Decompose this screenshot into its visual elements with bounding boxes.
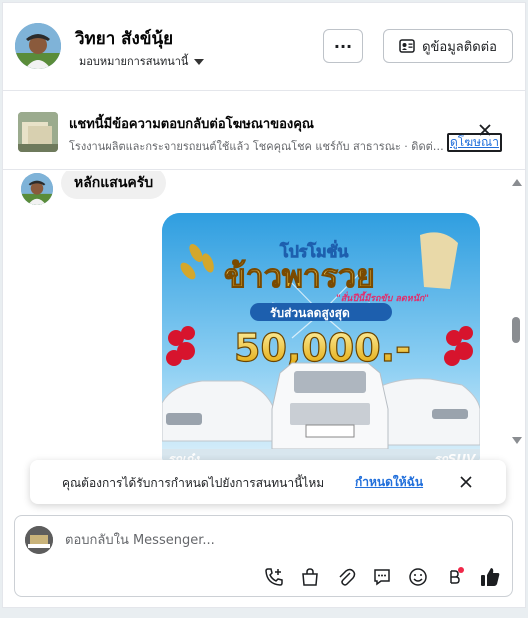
promo-image[interactable]: โปรโมชั่น ข้าวพารวย "สั่นปีนี้มีรถขับ ลด… bbox=[162, 213, 480, 473]
message-composer bbox=[14, 515, 513, 597]
conversation-panel: วิทยา สังข์นุ้ย มอบหมายการสนทนานี้ ··· ด… bbox=[2, 2, 526, 608]
ad-thumbnail bbox=[18, 112, 58, 152]
scroll-down-arrow-icon[interactable] bbox=[512, 437, 522, 444]
ad-banner-description: โรงงานผลิตและกระจายรถยนต์ใช้แล้ว โชคคุณโ… bbox=[69, 140, 447, 153]
view-ad-link[interactable]: ดูโฆษณา bbox=[447, 133, 502, 152]
promo-headline2: ข้าวพารวย bbox=[224, 257, 375, 295]
toast-message: คุณต้องการได้รับการกำหนดไปยังการสนทนานี้… bbox=[62, 476, 325, 490]
attachment-icon[interactable] bbox=[335, 566, 357, 588]
payment-icon[interactable] bbox=[443, 566, 465, 588]
caret-down-icon bbox=[194, 59, 205, 65]
scrollbar-thumb[interactable] bbox=[512, 317, 520, 343]
view-contact-info-label: ดูข้อมูลติดต่อ bbox=[422, 39, 497, 55]
conversation-header: วิทยา สังข์นุ้ย มอบหมายการสนทนานี้ ··· ด… bbox=[3, 3, 525, 91]
more-options-button[interactable]: ··· bbox=[323, 29, 363, 63]
more-options-label: ··· bbox=[333, 36, 353, 56]
contact-card-icon bbox=[399, 39, 415, 53]
close-icon[interactable] bbox=[460, 476, 472, 488]
avatar bbox=[21, 173, 53, 205]
view-contact-info-button[interactable]: ดูข้อมูลติดต่อ bbox=[383, 29, 513, 63]
scroll-up-arrow-icon[interactable] bbox=[512, 179, 522, 186]
shopping-bag-icon[interactable] bbox=[299, 566, 321, 588]
ad-reply-banner: แชทนี้มีข้อความตอบกลับต่อโฆษณาของคุณ โรง… bbox=[3, 92, 525, 170]
like-icon[interactable] bbox=[479, 566, 501, 588]
saved-replies-icon[interactable] bbox=[371, 566, 393, 588]
ad-banner-title: แชทนี้มีข้อความตอบกลับต่อโฆษณาของคุณ bbox=[69, 117, 314, 132]
assign-conversation-toast: คุณต้องการได้รับการกำหนดไปยังการสนทนานี้… bbox=[30, 460, 506, 504]
message-bubble[interactable]: หลักแสนครับ bbox=[61, 171, 167, 199]
assign-conversation-dropdown[interactable]: มอบหมายการสนทนานี้ bbox=[79, 52, 205, 70]
emoji-icon[interactable] bbox=[407, 566, 429, 588]
avatar bbox=[25, 526, 53, 554]
reply-input[interactable] bbox=[65, 530, 365, 550]
avatar[interactable] bbox=[15, 23, 61, 69]
contact-name: วิทยา สังข์นุ้ย bbox=[75, 29, 174, 49]
promo-discount-label: รับส่วนลดสูงสุด bbox=[270, 306, 350, 321]
assign-conversation-label: มอบหมายการสนทนานี้ bbox=[79, 55, 189, 68]
call-add-icon[interactable] bbox=[263, 566, 285, 588]
assign-to-me-link[interactable]: กำหนดให้ฉัน bbox=[355, 473, 423, 492]
